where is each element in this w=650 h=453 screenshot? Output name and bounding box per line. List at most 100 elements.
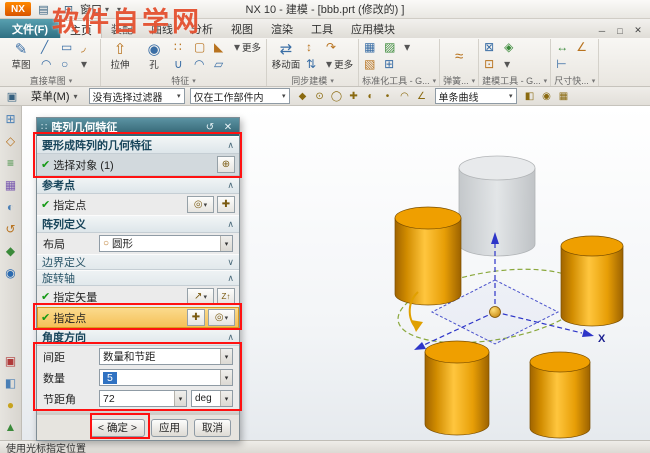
snap-midpoint-icon[interactable]: ⊙	[312, 88, 328, 104]
pull-face-button[interactable]: ↕	[304, 39, 322, 55]
snap-endpoint-icon[interactable]: ◆	[295, 88, 311, 104]
section-reference-point[interactable]: 参考点 ∧	[37, 176, 239, 194]
axis-point-dialog-button[interactable]: ✚	[187, 309, 205, 326]
restore-button[interactable]: □	[611, 23, 629, 38]
ribbon-group-label-standardize[interactable]: 标准化工具 - G...▾	[362, 74, 436, 87]
feature-more-button[interactable]: ▾更多	[232, 39, 263, 55]
sketch-rectangle-button[interactable]: ▭	[59, 39, 77, 55]
select-object-row[interactable]: ✔ 选择对象 (1) ⊕	[37, 154, 239, 176]
sketch-button[interactable]: ✎草图	[5, 39, 37, 73]
layout-dropdown[interactable]: ○ 圆形 ▾	[99, 235, 233, 252]
count-input[interactable]: 5 ▾	[99, 369, 233, 386]
materials-icon[interactable]: ▣	[3, 353, 19, 369]
sketch-circle-button[interactable]: ○	[59, 56, 77, 72]
tab-render[interactable]: 渲染	[262, 20, 302, 38]
roles-icon[interactable]: ●	[3, 397, 19, 413]
highlight-tool-icon[interactable]: ◧	[522, 88, 538, 104]
cylinder-right[interactable]	[561, 236, 623, 326]
unite-button[interactable]: ∪	[172, 56, 190, 72]
selection-filter-dropdown[interactable]: 没有选择过滤器 ▾	[89, 88, 185, 104]
curve-rule-dropdown[interactable]: 单条曲线 ▾	[435, 88, 517, 104]
constraint-navigator-icon[interactable]: ◇	[3, 133, 19, 149]
quick-access-overflow-icon[interactable]: ▾	[117, 5, 121, 14]
process-studio-icon[interactable]: ◆	[3, 243, 19, 259]
std-tool-2-button[interactable]: ▧	[362, 56, 380, 72]
section-boundary-definition[interactable]: 边界定义 ∨	[37, 254, 239, 270]
specify-vector-row[interactable]: ✔ 指定矢量 ↗ ▾ Z↑	[37, 286, 239, 307]
tab-view[interactable]: 视图	[222, 20, 262, 38]
file-menu-button[interactable]: 文件(F)	[0, 19, 60, 38]
part-navigator-icon[interactable]: ≡	[3, 155, 19, 171]
dialog-close-button[interactable]: ✕	[221, 122, 235, 133]
apply-button[interactable]: 应用	[151, 419, 188, 437]
hole-button[interactable]: ◉孔	[138, 39, 170, 73]
shell-button[interactable]: ▢	[192, 39, 210, 55]
reuse-library-icon[interactable]: ▦	[3, 177, 19, 193]
modeling-tool-2-button[interactable]: ⊡	[482, 56, 500, 72]
pitch-angle-input[interactable]: 72 ▾	[99, 390, 187, 407]
inferred-point-dropdown[interactable]: ◎ ▾	[187, 196, 214, 213]
assembly-navigator-icon[interactable]: ⊞	[3, 111, 19, 127]
menu-box-icon[interactable]: ▣	[4, 88, 20, 104]
add-object-button[interactable]: ⊕	[217, 156, 235, 173]
modeling-more-button[interactable]: ▾	[502, 56, 520, 72]
touch-mode-icon[interactable]: ▲	[3, 419, 19, 435]
cancel-button[interactable]: 取消	[194, 419, 231, 437]
dim-tool-2-button[interactable]: ⊢	[554, 56, 572, 72]
std-tool-3-button[interactable]: ▨	[382, 39, 400, 55]
cylinder-bottom-left[interactable]	[425, 341, 489, 435]
tab-curve[interactable]: 曲线	[142, 20, 182, 38]
sketch-arc-button[interactable]: ◠	[39, 56, 57, 72]
point-dialog-button[interactable]: ✚	[217, 196, 235, 213]
ribbon-group-label-synchronous[interactable]: 同步建模▾	[270, 74, 355, 87]
close-window-button[interactable]: ✕	[629, 23, 647, 38]
sync-more-button[interactable]: ▾更多	[324, 56, 355, 72]
dialog-reset-button[interactable]: ↺	[203, 122, 217, 133]
show-hide-icon[interactable]: ◉	[539, 88, 555, 104]
menu-button[interactable]: 菜单(M) ▾	[25, 88, 84, 105]
chamfer-button[interactable]: ◣	[212, 39, 230, 55]
tab-analysis[interactable]: 分析	[182, 20, 222, 38]
ok-button[interactable]: < 确定 >	[90, 419, 145, 437]
minimize-button[interactable]: ─	[593, 23, 611, 38]
ribbon-group-label-spring[interactable]: 弹簧...▾	[443, 74, 475, 87]
ribbon-group-label-feature[interactable]: 特征▾	[104, 74, 263, 87]
snap-existing-point-icon[interactable]: •	[380, 88, 396, 104]
sketch-fillet-button[interactable]: ◞	[79, 39, 97, 55]
extrude-button[interactable]: ⇧拉伸	[104, 39, 136, 73]
sketch-line-button[interactable]: ╱	[39, 39, 57, 55]
pitch-unit-dropdown[interactable]: deg ▾	[191, 390, 233, 407]
datum-plane-button[interactable]: ▱	[212, 56, 230, 72]
ribbon-group-label-direct-sketch[interactable]: 直接草图▾	[5, 74, 97, 87]
reference-specify-point-row[interactable]: ✔ 指定点 ◎ ▾ ✚	[37, 194, 239, 215]
ribbon-group-label-modeling-tools[interactable]: 建模工具 - G...▾	[482, 74, 547, 87]
section-geometry-to-pattern[interactable]: 要形成阵列的几何特征 ∧	[37, 136, 239, 154]
section-angular-direction[interactable]: 角度方向 ∧	[37, 328, 239, 346]
history-icon[interactable]: ↺	[3, 221, 19, 237]
snap-tangent-icon[interactable]: ◠	[397, 88, 413, 104]
std-more-button[interactable]: ▾	[402, 39, 420, 55]
dim-tool-1-button[interactable]: ↔	[554, 39, 572, 55]
tab-home[interactable]: 主页	[60, 20, 102, 38]
visualization-icon[interactable]: ◧	[3, 375, 19, 391]
spacing-dropdown[interactable]: 数量和节距 ▾	[99, 348, 233, 365]
snap-angle-icon[interactable]: ∠	[414, 88, 430, 104]
view-tool-icon[interactable]: ▦	[556, 88, 572, 104]
tab-application[interactable]: 应用模块	[342, 20, 404, 38]
cylinder-left[interactable]	[395, 207, 461, 305]
center-point-handle[interactable]	[490, 307, 501, 318]
snap-center-icon[interactable]: ◯	[329, 88, 345, 104]
modeling-tool-1-button[interactable]: ⊠	[482, 39, 500, 55]
cylinder-bottom-right[interactable]	[530, 352, 590, 438]
section-pattern-definition[interactable]: 阵列定义 ∧	[37, 215, 239, 233]
offset-region-button[interactable]: ⇅	[304, 56, 322, 72]
axis-inferred-point-dropdown[interactable]: ◎ ▾	[208, 309, 235, 326]
dim-tool-3-button[interactable]: ∠	[574, 39, 592, 55]
window-menu[interactable]: ⊞ 窗口 ▾	[56, 1, 113, 17]
web-browser-icon[interactable]: ◉	[3, 265, 19, 281]
dialog-header[interactable]: ∷ 阵列几何特征 ↺ ✕	[37, 118, 239, 136]
snap-quadrant-icon[interactable]: ◐	[363, 88, 379, 104]
modeling-tool-3-button[interactable]: ◈	[502, 39, 520, 55]
replace-face-button[interactable]: ↷	[324, 39, 355, 55]
axis-specify-point-row[interactable]: ✔ 指定点 ✚ ◎ ▾	[37, 307, 239, 328]
